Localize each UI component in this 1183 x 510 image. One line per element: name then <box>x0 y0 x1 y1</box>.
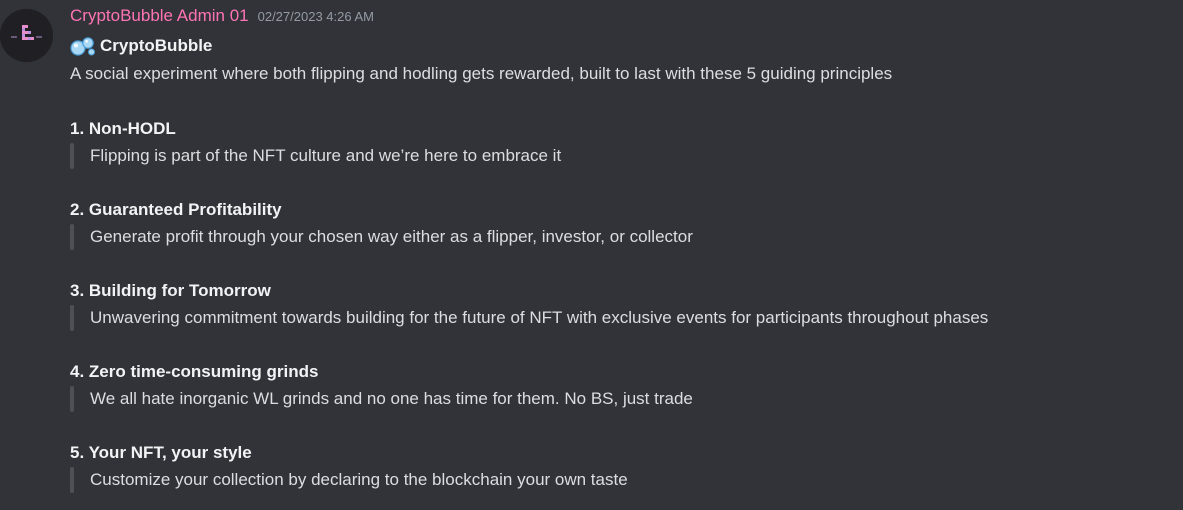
blockquote-bar <box>70 467 74 493</box>
message-timestamp[interactable]: 02/27/2023 4:26 AM <box>258 9 374 24</box>
blockquote: Customize your collection by declaring t… <box>70 467 1173 493</box>
principle-text: Flipping is part of the NFT culture and … <box>90 146 562 165</box>
message-content: CryptoBubble Admin 01 02/27/2023 4:26 AM… <box>70 6 1173 493</box>
title-text: CryptoBubble <box>100 36 213 55</box>
author-name[interactable]: CryptoBubble Admin 01 <box>70 6 249 26</box>
blockquote-bar <box>70 386 74 412</box>
principle-item: 5. Your NFT, your style Customize your c… <box>70 439 1173 493</box>
principle-text: We all hate inorganic WL grinds and no o… <box>90 389 693 408</box>
blockquote-bar <box>70 305 74 331</box>
author-avatar[interactable] <box>0 9 53 62</box>
principle-text: Generate profit through your chosen way … <box>90 227 693 246</box>
intro-text: A social experiment where both flipping … <box>70 64 893 83</box>
blockquote: We all hate inorganic WL grinds and no o… <box>70 386 1173 412</box>
principle-heading: 3. Building for Tomorrow <box>70 281 271 300</box>
principle-text: Customize your collection by declaring t… <box>90 470 628 489</box>
blockquote: Flipping is part of the NFT culture and … <box>70 143 1173 169</box>
principle-item: 2. Guaranteed Profitability Generate pro… <box>70 196 1173 250</box>
blockquote-bar <box>70 224 74 250</box>
principle-heading: 2. Guaranteed Profitability <box>70 200 282 219</box>
chat-message: CryptoBubble Admin 01 02/27/2023 4:26 AM… <box>0 0 1183 510</box>
principle-item: 3. Building for Tomorrow Unwavering comm… <box>70 277 1173 331</box>
cryptobubble-logo-icon <box>0 9 53 62</box>
principle-heading: 1. Non-HODL <box>70 119 176 138</box>
message-header: CryptoBubble Admin 01 02/27/2023 4:26 AM <box>70 6 1173 32</box>
blockquote: Unwavering commitment towards building f… <box>70 305 1173 331</box>
principle-item: 1. Non-HODL Flipping is part of the NFT … <box>70 115 1173 169</box>
principle-item: 4. Zero time-consuming grinds We all hat… <box>70 358 1173 412</box>
blockquote: Generate profit through your chosen way … <box>70 224 1173 250</box>
principle-text: Unwavering commitment towards building f… <box>90 308 989 327</box>
message-title: CryptoBubble <box>70 32 1173 60</box>
bubbles-emoji-icon <box>70 35 96 57</box>
blockquote-bar <box>70 143 74 169</box>
principle-heading: 4. Zero time-consuming grinds <box>70 362 319 381</box>
principle-heading: 5. Your NFT, your style <box>70 443 252 462</box>
